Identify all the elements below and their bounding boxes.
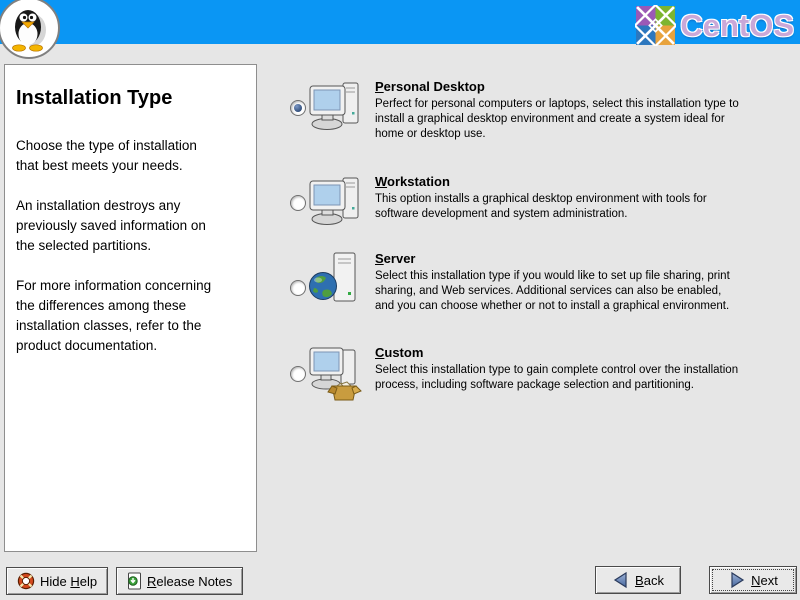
next-arrow-icon — [728, 571, 746, 589]
page-title: Installation Type — [16, 87, 244, 110]
server-radio[interactable] — [290, 280, 306, 296]
option-title[interactable]: Custom — [375, 345, 423, 360]
install-type-options: Personal Desktop Perfect for personal co… — [288, 0, 793, 560]
hide-help-button[interactable]: Hide Help — [6, 567, 108, 595]
server-globe-icon — [308, 250, 364, 308]
release-notes-label: Release Notes — [147, 574, 232, 589]
option-title[interactable]: Personal Desktop — [375, 79, 485, 94]
workstation-computer-icon — [308, 173, 364, 231]
option-description: Select this installation type if you wou… — [375, 269, 793, 314]
tux-penguin-icon — [8, 4, 50, 52]
custom-radio[interactable] — [290, 366, 306, 382]
release-notes-button[interactable]: Release Notes — [116, 567, 243, 595]
help-paragraph: An installation destroys any previously … — [16, 196, 244, 256]
centos-logo: CentOS — [635, 5, 794, 46]
next-label: Next — [751, 573, 778, 588]
hide-help-label: Hide Help — [40, 574, 97, 589]
release-notes-icon — [127, 572, 142, 590]
option-description: This option installs a graphical desktop… — [375, 192, 793, 222]
desktop-computer-icon — [308, 78, 364, 136]
brand-text: CentOS — [680, 8, 794, 44]
help-panel: Installation Type Choose the type of ins… — [4, 64, 257, 552]
centos-star-icon — [635, 5, 676, 46]
help-paragraph: For more information concerning the diff… — [16, 276, 244, 356]
tux-logo — [0, 0, 60, 59]
option-title[interactable]: Server — [375, 251, 415, 266]
back-arrow-icon — [612, 571, 630, 589]
personal-desktop-radio[interactable] — [290, 100, 306, 116]
next-button[interactable]: Next — [709, 566, 797, 594]
option-description: Select this installation type to gain co… — [375, 363, 793, 393]
back-button[interactable]: Back — [595, 566, 681, 594]
option-title[interactable]: Workstation — [375, 174, 450, 189]
option-description: Perfect for personal computers or laptop… — [375, 97, 793, 142]
help-paragraph: Choose the type of installation that bes… — [16, 136, 244, 176]
back-label: Back — [635, 573, 664, 588]
custom-box-icon — [308, 344, 364, 402]
workstation-radio[interactable] — [290, 195, 306, 211]
installer-window: CentOS Installation Type Choose the type… — [0, 0, 800, 600]
life-ring-icon — [17, 572, 35, 590]
